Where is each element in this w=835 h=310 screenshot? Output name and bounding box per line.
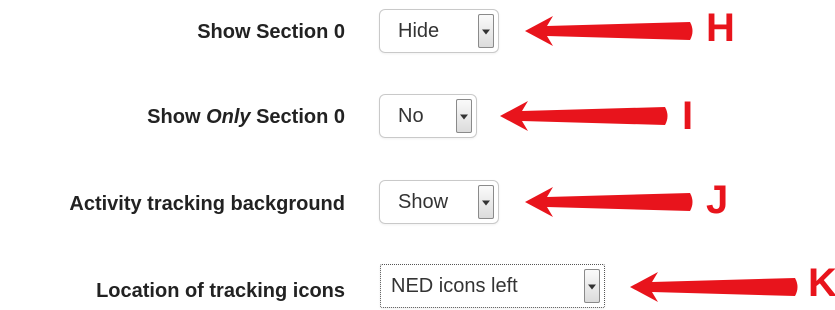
annotation-letter-i: I xyxy=(682,94,694,138)
chevron-down-icon[interactable] xyxy=(478,185,494,219)
annotation-letter-h: H xyxy=(706,6,735,50)
activity-tracking-background-select[interactable]: Show xyxy=(379,180,499,224)
selected-value: NED icons left xyxy=(391,274,518,297)
label-text: Location of tracking icons xyxy=(96,280,345,302)
annotation-letter-k: K xyxy=(808,261,835,305)
arrow-left-icon xyxy=(525,187,693,217)
chevron-down-icon[interactable] xyxy=(478,14,494,48)
arrow-left-icon xyxy=(525,16,693,46)
label-text-only: Only xyxy=(206,106,251,128)
arrow-left-icon xyxy=(630,272,798,302)
selected-value: Hide xyxy=(398,19,440,42)
selected-value: No xyxy=(398,104,424,127)
label-text: Show Section 0 xyxy=(197,21,345,43)
arrow-left-icon xyxy=(500,101,668,131)
selected-value: Show xyxy=(398,190,449,213)
location-of-tracking-icons-select[interactable]: NED icons left xyxy=(380,264,605,308)
label-text-section: Section 0 xyxy=(250,106,345,128)
show-section-0-select[interactable]: Hide xyxy=(379,9,499,53)
show-only-section-0-select[interactable]: No xyxy=(379,94,477,138)
label-text-show: Show xyxy=(147,106,207,128)
setting-label-show-section-0: Show Section 0 xyxy=(197,21,345,44)
label-text: Activity tracking background xyxy=(69,193,345,215)
chevron-down-icon[interactable] xyxy=(584,269,600,303)
annotation-letter-j: J xyxy=(706,178,729,222)
setting-label-location-of-tracking-icons: Location of tracking icons xyxy=(96,280,345,303)
chevron-down-icon[interactable] xyxy=(456,99,472,133)
setting-label-activity-tracking-background: Activity tracking background xyxy=(69,193,345,216)
setting-label-show-only-section-0: Show Only Section 0 xyxy=(147,106,345,129)
